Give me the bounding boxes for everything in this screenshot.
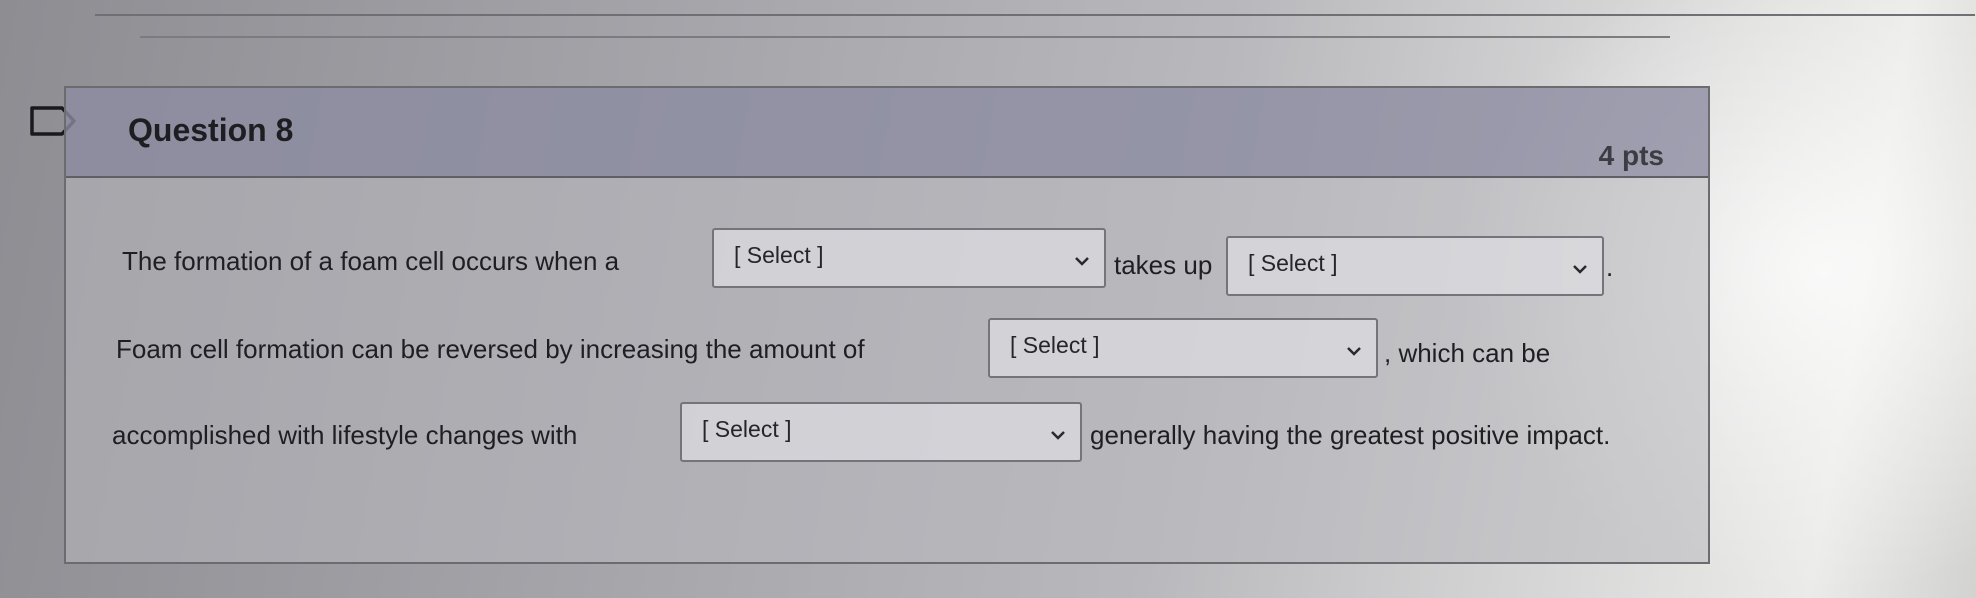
question-card: Question 8 4 pts The formation of a foam… [64, 86, 1710, 564]
question-points: 4 pts [1598, 140, 1664, 171]
sentence2-text-start: Foam cell formation can be reversed by i… [116, 334, 865, 364]
select-dropdown-2[interactable]: [ Select ] [1226, 236, 1604, 296]
select-dropdown-3-label: [ Select ] [1010, 332, 1100, 358]
question-title: Question 8 [128, 112, 294, 148]
chevron-down-icon [1075, 257, 1089, 266]
sentence1-text-start: The formation of a foam cell occurs when… [122, 246, 620, 276]
select-dropdown-3[interactable]: [ Select ] [988, 318, 1378, 378]
upper-divider [140, 36, 1670, 38]
select-dropdown-1-label: [ Select ] [734, 242, 824, 268]
question-header: Question 8 4 pts [66, 88, 1708, 178]
select-dropdown-2-label: [ Select ] [1248, 250, 1338, 276]
select-dropdown-1[interactable]: [ Select ] [712, 228, 1106, 288]
sentence1-text-middle: takes up [1114, 250, 1213, 280]
select-dropdown-4[interactable]: [ Select ] [680, 402, 1082, 462]
select-dropdown-4-label: [ Select ] [702, 416, 792, 442]
sentence1-text-end: . [1606, 252, 1614, 282]
sentence2-text-end: , which can be [1384, 338, 1551, 368]
sentence3-text-end: generally having the greatest positive i… [1090, 420, 1611, 450]
chevron-down-icon [1347, 347, 1361, 356]
chevron-down-icon [1051, 431, 1065, 440]
sentence3-text-start: accomplished with lifestyle changes with [112, 420, 578, 450]
chevron-down-icon [1573, 265, 1587, 274]
top-divider [95, 0, 1975, 16]
question-body: The formation of a foam cell occurs when… [66, 180, 1708, 560]
